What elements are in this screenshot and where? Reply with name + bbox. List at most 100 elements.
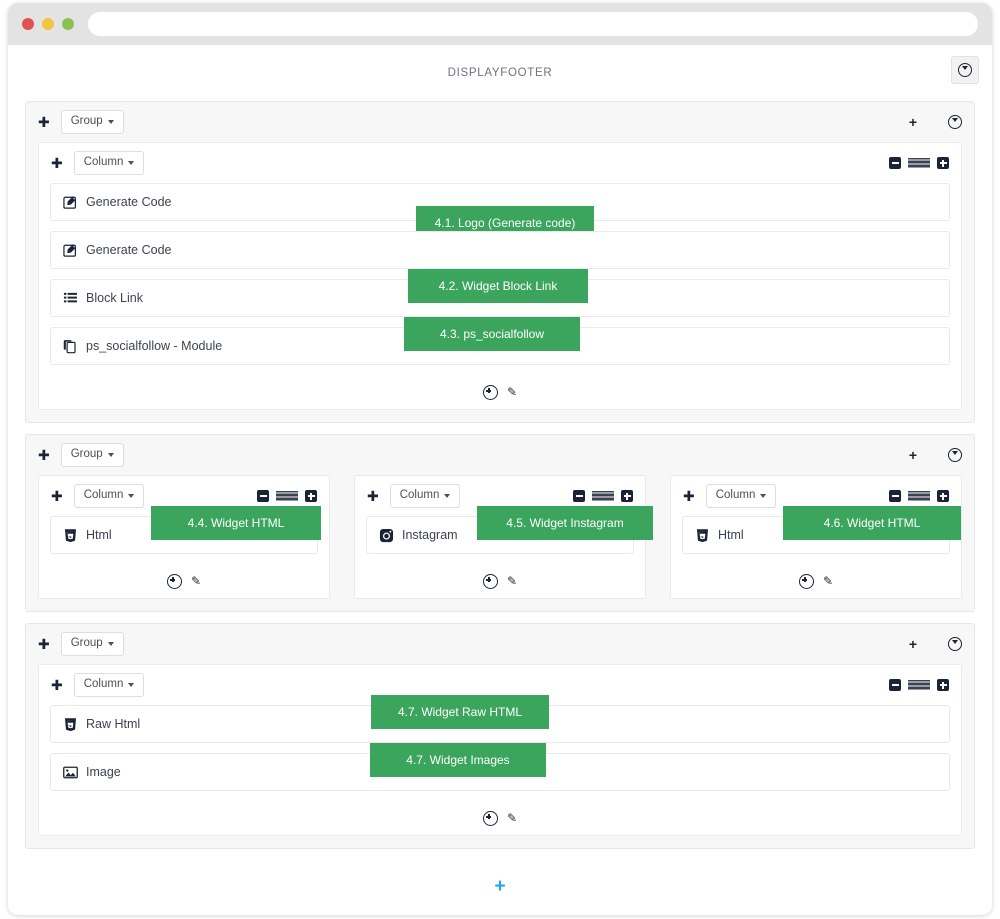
column-header-actions bbox=[889, 679, 949, 691]
column-drag-handle[interactable]: ✚ bbox=[683, 489, 695, 503]
add-widget-icon[interactable] bbox=[798, 573, 814, 589]
column-type-label: Column bbox=[83, 678, 124, 691]
close-window-button[interactable] bbox=[22, 18, 34, 30]
chevron-down-icon bbox=[107, 453, 114, 457]
column-type-label: Column bbox=[715, 489, 756, 502]
address-bar[interactable] bbox=[88, 12, 978, 36]
add-widget-icon[interactable] bbox=[166, 573, 182, 589]
add-widget-icon[interactable] bbox=[482, 810, 498, 826]
group-columns: ✚ Column Html 4.4. Widget HTML ✎ ✚ Column bbox=[26, 475, 974, 611]
column-2: ✚ Column Html 4.4. Widget HTML ✎ bbox=[38, 475, 330, 599]
widget-annotation-badge: 4.7. Widget Raw HTML bbox=[371, 695, 549, 729]
collapse-square-icon[interactable] bbox=[889, 157, 901, 169]
column-type-dropdown[interactable]: Column bbox=[389, 484, 461, 508]
add-widget-icon[interactable] bbox=[482, 384, 498, 400]
grid-icon[interactable] bbox=[927, 117, 938, 128]
collapse-all-button[interactable] bbox=[951, 56, 979, 84]
widget-row[interactable]: ps_socialfollow - Module 4.3. ps_socialfo… bbox=[50, 317, 950, 365]
collapse-square-icon[interactable] bbox=[573, 490, 585, 502]
widget-row[interactable]: Block Link 4.2. Widget Block Link bbox=[50, 269, 950, 317]
edit-icon[interactable]: ✎ bbox=[507, 386, 517, 398]
widget-row[interactable]: Raw Html 4.7. Widget Raw HTML bbox=[50, 695, 950, 743]
column-1: ✚ Column Generate Code 4.1. Logo (Generat… bbox=[38, 142, 962, 410]
chevron-down-icon bbox=[760, 494, 767, 498]
edit-icon[interactable]: ✎ bbox=[507, 575, 517, 587]
layout-icon[interactable] bbox=[908, 157, 930, 169]
html5-icon bbox=[695, 528, 710, 543]
column-type-dropdown[interactable]: Column bbox=[705, 484, 777, 508]
add-icon[interactable]: + bbox=[909, 448, 917, 462]
widget-label-group: Html bbox=[683, 528, 744, 543]
expand-square-icon[interactable] bbox=[937, 490, 949, 502]
column-header: ✚ Column bbox=[39, 143, 961, 183]
widget-label-group: Block Link bbox=[51, 291, 143, 306]
widget-label-group: Generate Code bbox=[51, 195, 171, 210]
collapse-square-icon[interactable] bbox=[257, 490, 269, 502]
widget-row[interactable]: Html 4.6. Widget HTML bbox=[682, 506, 961, 554]
group-type-dropdown[interactable]: Group bbox=[60, 443, 124, 467]
widget-row[interactable]: Html 4.4. Widget HTML bbox=[50, 506, 321, 554]
add-icon[interactable]: + bbox=[909, 637, 917, 651]
add-widget-icon[interactable] bbox=[482, 573, 498, 589]
group-type-label: Group bbox=[70, 448, 103, 461]
column-drag-handle[interactable]: ✚ bbox=[51, 489, 63, 503]
widget-label-group: Image bbox=[51, 765, 121, 780]
collapse-square-icon[interactable] bbox=[889, 679, 901, 691]
column-body: Raw Html 4.7. Widget Raw HTML Image 4.7. Wi… bbox=[39, 695, 961, 791]
widget-name: Generate Code bbox=[86, 195, 172, 209]
column-header-actions bbox=[889, 490, 949, 502]
expand-square-icon[interactable] bbox=[305, 490, 317, 502]
group-drag-handle[interactable]: ✚ bbox=[38, 448, 50, 462]
grid-icon[interactable] bbox=[927, 639, 938, 650]
widget-row[interactable]: Image 4.7. Widget Images bbox=[50, 743, 950, 791]
layout-icon[interactable] bbox=[908, 679, 930, 691]
column-drag-handle[interactable]: ✚ bbox=[51, 678, 63, 692]
expand-square-icon[interactable] bbox=[937, 157, 949, 169]
circle-down-icon[interactable] bbox=[948, 448, 962, 462]
group-columns: ✚ Column Raw Html 4.7. Widget Raw HTML Ima… bbox=[26, 664, 974, 836]
column-body: Html 4.4. Widget HTML bbox=[39, 506, 329, 554]
expand-square-icon[interactable] bbox=[937, 679, 949, 691]
column-type-label: Column bbox=[83, 489, 124, 502]
column-type-dropdown[interactable]: Column bbox=[73, 673, 145, 697]
widget-row[interactable]: Generate Code bbox=[50, 231, 950, 269]
group-type-label: Group bbox=[70, 637, 103, 650]
edit-icon[interactable]: ✎ bbox=[507, 812, 517, 824]
group-drag-handle[interactable]: ✚ bbox=[38, 115, 50, 129]
edit-square-icon bbox=[63, 243, 78, 258]
column-type-dropdown[interactable]: Column bbox=[73, 484, 145, 508]
column-5: ✚ Column Raw Html 4.7. Widget Raw HTML Ima… bbox=[38, 664, 962, 836]
column-footer: ✎ bbox=[355, 564, 645, 598]
group-columns: ✚ Column Generate Code 4.1. Logo (Generat… bbox=[26, 142, 974, 410]
column-footer: ✎ bbox=[671, 564, 961, 598]
image-icon bbox=[63, 765, 78, 780]
edit-icon[interactable]: ✎ bbox=[191, 575, 201, 587]
layout-icon[interactable] bbox=[276, 490, 298, 502]
widget-row[interactable]: Instagram 4.5. Widget Instagram bbox=[366, 506, 653, 554]
widget-annotation-badge: 4.5. Widget Instagram bbox=[477, 506, 653, 540]
edit-icon[interactable]: ✎ bbox=[823, 575, 833, 587]
layout-icon[interactable] bbox=[592, 490, 614, 502]
widget-row[interactable]: Generate Code 4.1. Logo (Generate code) bbox=[50, 183, 950, 240]
circle-down-icon[interactable] bbox=[948, 115, 962, 129]
column-drag-handle[interactable]: ✚ bbox=[367, 489, 379, 503]
widget-label-group: ps_socialfollow - Module bbox=[51, 339, 222, 354]
group-type-dropdown[interactable]: Group bbox=[60, 632, 124, 656]
widget-label-group: Instagram bbox=[367, 528, 458, 543]
add-group-button[interactable]: + bbox=[494, 877, 505, 896]
add-icon[interactable]: + bbox=[909, 115, 917, 129]
group-drag-handle[interactable]: ✚ bbox=[38, 637, 50, 651]
column-type-dropdown[interactable]: Column bbox=[73, 151, 145, 175]
minimize-window-button[interactable] bbox=[42, 18, 54, 30]
page-footer: + bbox=[8, 860, 992, 912]
group-type-dropdown[interactable]: Group bbox=[60, 110, 124, 134]
group-header-actions: + bbox=[909, 115, 962, 129]
maximize-window-button[interactable] bbox=[62, 18, 74, 30]
layout-icon[interactable] bbox=[908, 490, 930, 502]
column-drag-handle[interactable]: ✚ bbox=[51, 156, 63, 170]
grid-icon[interactable] bbox=[927, 450, 938, 461]
expand-square-icon[interactable] bbox=[621, 490, 633, 502]
collapse-square-icon[interactable] bbox=[889, 490, 901, 502]
circle-down-icon[interactable] bbox=[948, 637, 962, 651]
column-body: Generate Code 4.1. Logo (Generate code) Ge… bbox=[39, 183, 961, 365]
